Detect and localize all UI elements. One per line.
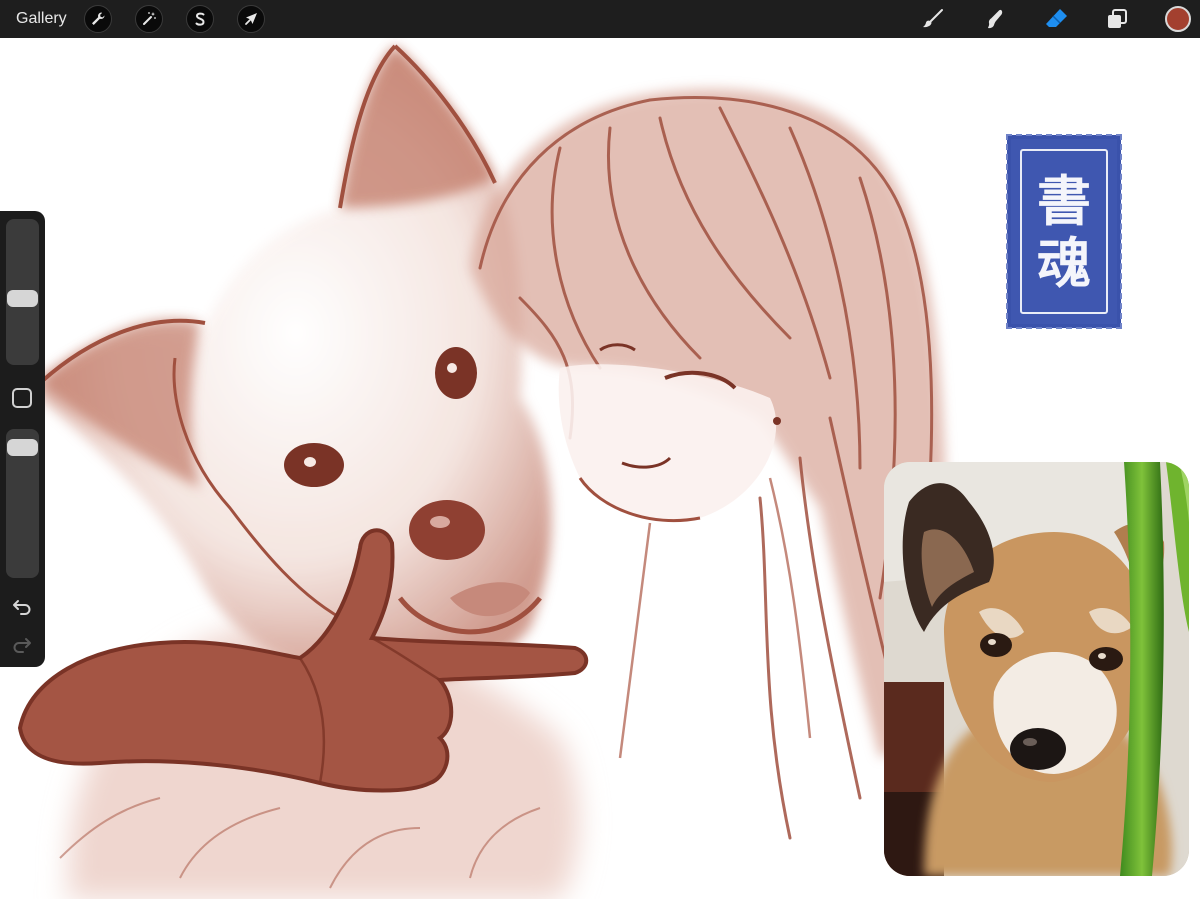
- side-toolbar: [0, 211, 45, 667]
- brush-button[interactable]: [919, 5, 947, 33]
- wrench-icon: [92, 12, 105, 25]
- selection-s-icon: [195, 12, 205, 26]
- gallery-button[interactable]: Gallery: [16, 9, 67, 29]
- seal-char-1: 書: [1037, 168, 1091, 233]
- brush-size-slider[interactable]: [6, 219, 39, 365]
- seal-stamp: 書 魂: [1006, 134, 1122, 329]
- layers-icon: [1108, 9, 1127, 28]
- undo-arrow-icon: [13, 600, 31, 615]
- redo-button[interactable]: [9, 634, 35, 656]
- redo-arrow-icon: [13, 638, 31, 653]
- eraser-icon: [1046, 9, 1067, 27]
- seal-inner-border: 書 魂: [1020, 149, 1108, 314]
- transform-button[interactable]: [237, 5, 265, 33]
- top-toolbar: Gallery: [0, 0, 1200, 38]
- drawing-canvas[interactable]: 書 魂: [0, 38, 1200, 899]
- magic-wand-icon: [143, 12, 156, 25]
- smudge-button[interactable]: [980, 5, 1008, 33]
- reference-dog-photo: [884, 462, 1189, 876]
- opacity-slider[interactable]: [6, 429, 39, 578]
- eraser-button[interactable]: [1042, 5, 1070, 33]
- undo-button[interactable]: [9, 596, 35, 618]
- arrow-cursor-icon: [245, 13, 257, 25]
- brush-size-thumb[interactable]: [7, 289, 38, 307]
- reference-image-window[interactable]: [884, 462, 1189, 876]
- seal-char-2: 魂: [1037, 230, 1091, 295]
- selection-button[interactable]: [186, 5, 214, 33]
- actions-button[interactable]: [84, 5, 112, 33]
- color-picker-button[interactable]: [1165, 6, 1191, 32]
- opacity-thumb[interactable]: [7, 439, 38, 457]
- brush-icon: [923, 9, 943, 28]
- layers-button[interactable]: [1103, 5, 1131, 33]
- adjustments-button[interactable]: [135, 5, 163, 33]
- smudge-finger-icon: [988, 9, 1003, 29]
- modify-button[interactable]: [12, 388, 32, 408]
